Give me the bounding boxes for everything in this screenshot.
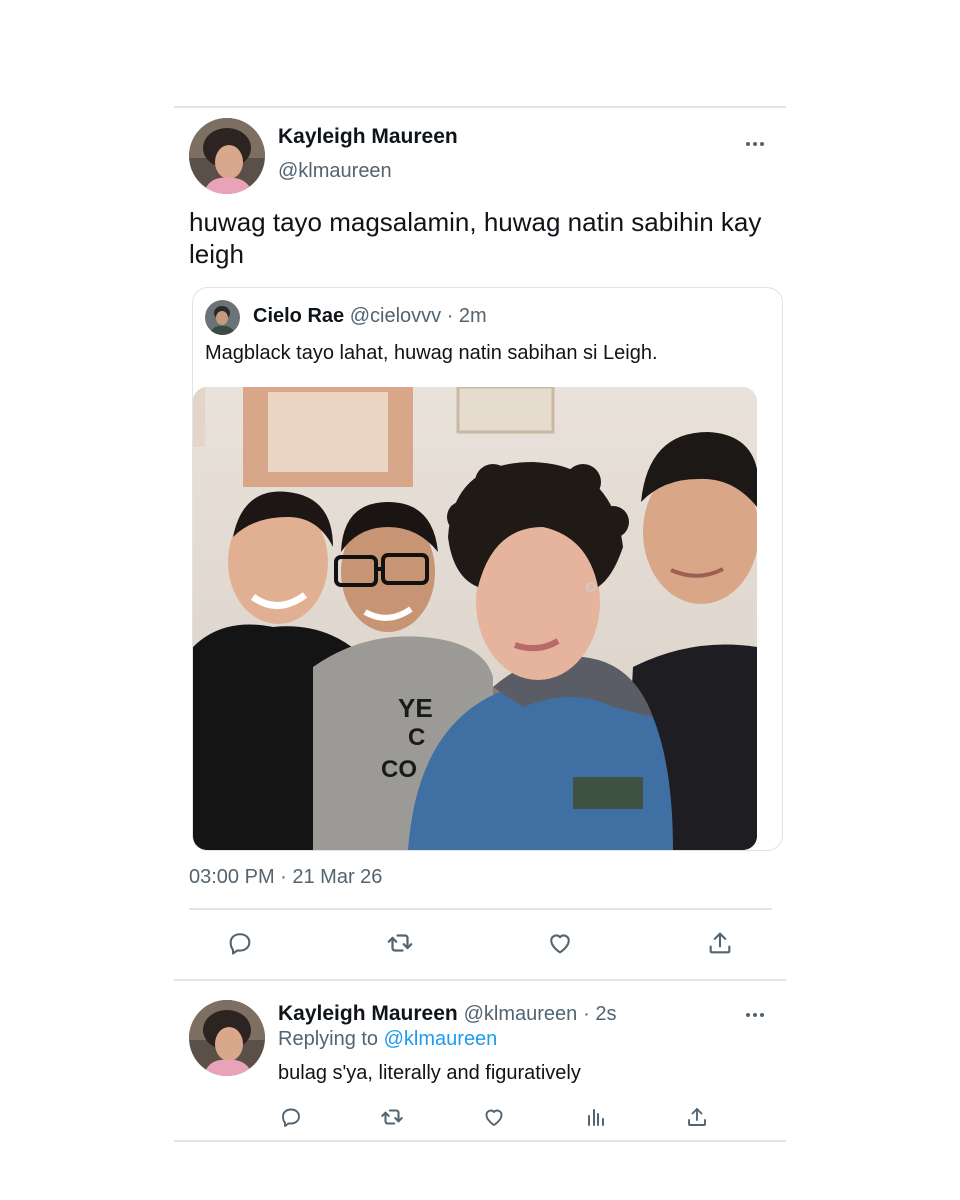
retweet-button[interactable] (382, 925, 418, 961)
more-options-icon[interactable] (744, 139, 768, 149)
analytics-icon (588, 1109, 604, 1126)
quoted-tweet-meta: Cielo Rae @cielovvv · 2m (253, 305, 487, 328)
share-button[interactable] (702, 925, 738, 961)
reply-retweet-button[interactable] (378, 1103, 406, 1131)
share-icon (688, 1108, 706, 1126)
reply-like-button[interactable] (480, 1103, 508, 1131)
shirt-print-text: YE (398, 693, 433, 723)
author-avatar[interactable] (189, 118, 265, 194)
author-handle[interactable]: @klmaureen (278, 160, 392, 183)
reply-time: · 2s (583, 1003, 617, 1025)
actions-top-divider (189, 908, 772, 910)
top-divider (174, 106, 786, 108)
reply-text: bulag s'ya, literally and figuratively (278, 1062, 581, 1084)
reply-reply-button[interactable] (277, 1103, 305, 1131)
reply-author-handle[interactable]: @klmaureen (464, 1003, 578, 1025)
reply-header: Kayleigh Maureen @klmaureen · 2s (278, 1002, 616, 1026)
reply-author-name[interactable]: Kayleigh Maureen (278, 1002, 458, 1025)
quoted-author-avatar (205, 300, 240, 335)
reply-bottom-divider (174, 1140, 786, 1142)
reply-icon (282, 1108, 300, 1127)
shirt-print-text: CO (381, 756, 417, 783)
reply-button[interactable] (222, 925, 258, 961)
shirt-print-text: C (408, 724, 425, 751)
reply-icon (229, 933, 251, 955)
reply-author-avatar[interactable] (189, 1000, 265, 1076)
replying-to-line: Replying to @klmaureen (278, 1028, 497, 1051)
quoted-tweet-time: · 2m (446, 305, 487, 327)
tweet-photo[interactable]: YE C CO (193, 387, 757, 850)
retweet-icon (387, 934, 413, 952)
like-icon (485, 1109, 503, 1126)
reply-more-options-icon[interactable] (744, 1010, 768, 1020)
quoted-author-name[interactable]: Cielo Rae (253, 305, 344, 327)
reply-analytics-button[interactable] (582, 1103, 610, 1131)
author-name[interactable]: Kayleigh Maureen (278, 125, 458, 149)
actions-bottom-divider (174, 979, 786, 981)
tweet-text: huwag tayo magsalamin, huwag natin sabih… (189, 207, 762, 269)
like-icon (550, 934, 570, 954)
replying-to-label: Replying to (278, 1028, 379, 1050)
quoted-tweet-text: Magblack tayo lahat, huwag natin sabihan… (205, 342, 658, 364)
quoted-author-handle[interactable]: @cielovvv (350, 305, 441, 327)
reply-share-button[interactable] (683, 1103, 711, 1131)
retweet-icon (381, 1109, 403, 1125)
like-button[interactable] (542, 925, 578, 961)
tweet-timestamp[interactable]: 03:00 PM · 21 Mar 26 (189, 866, 382, 889)
share-icon (709, 932, 731, 954)
replying-to-mention[interactable]: @klmaureen (384, 1028, 498, 1050)
